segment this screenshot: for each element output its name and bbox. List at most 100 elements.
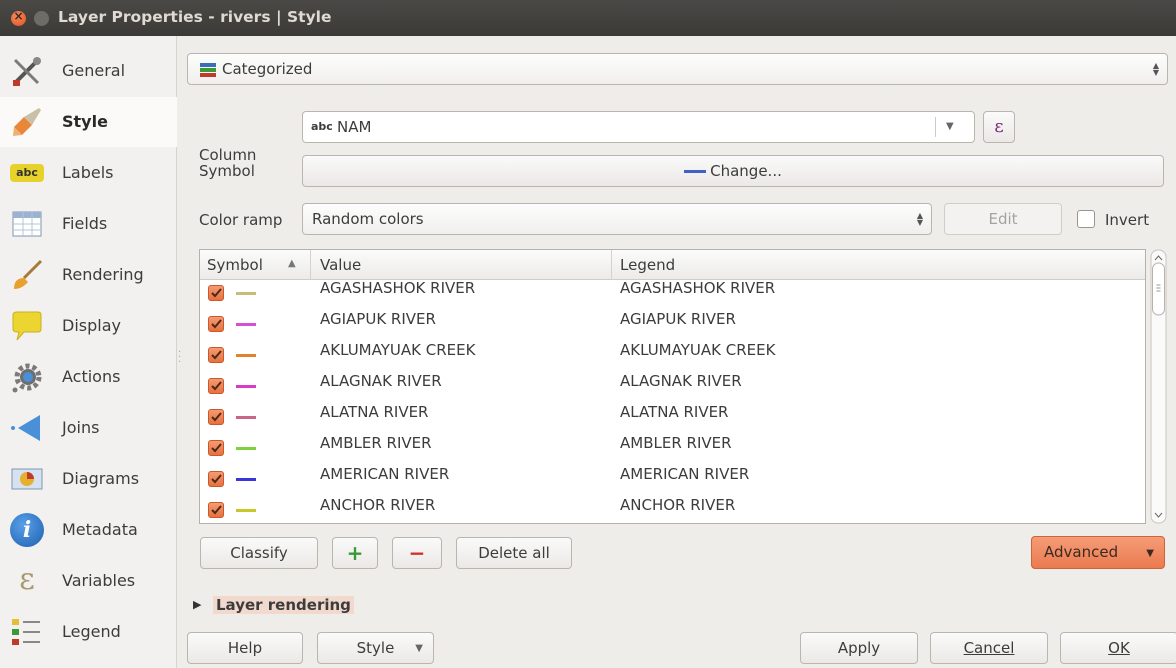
- add-category-button[interactable]: +: [332, 537, 378, 569]
- brush-icon: [14, 259, 43, 289]
- advanced-menu-button[interactable]: Advanced ▼: [1031, 536, 1165, 569]
- sidebar-item-display[interactable]: Display: [0, 301, 177, 351]
- symbol-swatch[interactable]: [236, 292, 256, 295]
- symbol-swatch[interactable]: [236, 354, 256, 357]
- splitter-handle[interactable]: · · ·: [178, 348, 182, 370]
- sidebar-item-rendering[interactable]: Rendering: [0, 250, 177, 300]
- edit-ramp-button[interactable]: Edit: [944, 203, 1062, 235]
- help-button[interactable]: Help: [187, 632, 303, 664]
- style-menu-label: Style: [356, 639, 395, 657]
- symbol-swatch[interactable]: [236, 416, 256, 419]
- category-checkbox[interactable]: [208, 316, 224, 332]
- category-legend[interactable]: AMBLER RIVER: [620, 434, 732, 452]
- triangle-right-icon: ▶: [193, 598, 202, 611]
- sidebar-item-metadata[interactable]: i Metadata: [0, 505, 177, 555]
- table-row[interactable]: AGASHASHOK RIVER AGASHASHOK RIVER: [200, 276, 1145, 307]
- symbol-swatch[interactable]: [236, 323, 256, 326]
- close-window-button[interactable]: ×: [11, 9, 26, 26]
- category-checkbox[interactable]: [208, 471, 224, 487]
- sidebar-item-fields[interactable]: Fields: [0, 199, 177, 249]
- category-checkbox[interactable]: [208, 347, 224, 363]
- sidebar-item-label: Actions: [62, 367, 121, 386]
- sidebar-item-variables[interactable]: ε Variables: [0, 556, 177, 606]
- gear-icon: [12, 363, 42, 393]
- sidebar-item-diagrams[interactable]: Diagrams: [0, 454, 177, 504]
- table-scrollbar[interactable]: [1150, 249, 1167, 524]
- symbol-swatch[interactable]: [236, 509, 256, 512]
- line-symbol-icon: [684, 170, 707, 173]
- table-row[interactable]: AGIAPUK RIVER AGIAPUK RIVER: [200, 307, 1145, 338]
- sidebar-item-labels[interactable]: abc Labels: [0, 148, 177, 198]
- invert-label: Invert: [1105, 211, 1150, 229]
- apply-button[interactable]: Apply: [800, 632, 918, 664]
- category-legend[interactable]: ALATNA RIVER: [620, 403, 728, 421]
- category-value[interactable]: AMBLER RIVER: [320, 434, 432, 452]
- categories-table: Symbol ▲ Value Legend AGASHASHOK RIVER AG…: [199, 249, 1146, 524]
- delete-all-button[interactable]: Delete all: [456, 537, 572, 569]
- sidebar-item-label: Legend: [62, 622, 121, 641]
- sidebar-item-label: General: [62, 61, 126, 80]
- table-row[interactable]: ANCHOR RIVER ANCHOR RIVER: [200, 493, 1145, 523]
- symbol-swatch[interactable]: [236, 385, 256, 388]
- category-legend[interactable]: AGIAPUK RIVER: [620, 310, 736, 328]
- category-value[interactable]: ALATNA RIVER: [320, 403, 428, 421]
- sort-ascending-icon: ▲: [288, 258, 296, 269]
- cancel-button[interactable]: Cancel: [930, 632, 1048, 664]
- symbol-label: Symbol: [199, 162, 255, 180]
- category-checkbox[interactable]: [208, 440, 224, 456]
- symbol-swatch[interactable]: [236, 447, 256, 450]
- table-row[interactable]: ALAGNAK RIVER ALAGNAK RIVER: [200, 369, 1145, 400]
- header-legend[interactable]: Legend: [620, 256, 675, 274]
- column-select[interactable]: abc NAM ▼: [302, 111, 975, 143]
- paintbrush-icon: [13, 108, 41, 136]
- symbol-swatch[interactable]: [236, 478, 256, 481]
- labels-icon: abc: [10, 164, 44, 182]
- change-symbol-button[interactable]: Change...: [302, 155, 1164, 187]
- expression-button[interactable]: ε: [983, 111, 1015, 143]
- invert-checkbox[interactable]: [1077, 210, 1095, 228]
- tools-icon: [13, 57, 41, 86]
- sidebar-item-legend[interactable]: Legend: [0, 607, 177, 657]
- sidebar-item-style[interactable]: Style: [0, 97, 177, 147]
- category-checkbox[interactable]: [208, 285, 224, 301]
- category-legend[interactable]: AMERICAN RIVER: [620, 465, 749, 483]
- category-checkbox[interactable]: [208, 502, 224, 518]
- minimize-window-button[interactable]: [34, 11, 49, 26]
- table-row[interactable]: AMBLER RIVER AMBLER RIVER: [200, 431, 1145, 462]
- category-checkbox[interactable]: [208, 409, 224, 425]
- table-row[interactable]: AMERICAN RIVER AMERICAN RIVER: [200, 462, 1145, 493]
- category-value[interactable]: AKLUMAYUAK CREEK: [320, 341, 475, 359]
- category-legend[interactable]: ANCHOR RIVER: [620, 496, 735, 514]
- color-ramp-select[interactable]: Random colors ▲ ▼: [302, 203, 932, 235]
- category-value[interactable]: ALAGNAK RIVER: [320, 372, 442, 390]
- header-symbol[interactable]: Symbol: [207, 256, 263, 274]
- diagram-icon: [11, 468, 43, 490]
- sidebar-item-label: Diagrams: [62, 469, 140, 488]
- category-value[interactable]: AMERICAN RIVER: [320, 465, 449, 483]
- chevron-down-icon: ▼: [946, 121, 954, 132]
- header-value[interactable]: Value: [320, 256, 361, 274]
- category-value[interactable]: AGASHASHOK RIVER: [320, 279, 475, 297]
- remove-category-button[interactable]: −: [392, 537, 442, 569]
- sidebar-item-label: Joins: [62, 418, 100, 437]
- sidebar-item-actions[interactable]: Actions: [0, 352, 177, 402]
- sidebar-item-label: Fields: [62, 214, 108, 233]
- table-row[interactable]: AKLUMAYUAK CREEK AKLUMAYUAK CREEK: [200, 338, 1145, 369]
- classify-button[interactable]: Classify: [200, 537, 318, 569]
- style-menu-button[interactable]: Style ▼: [317, 632, 434, 664]
- category-value[interactable]: AGIAPUK RIVER: [320, 310, 436, 328]
- table-row[interactable]: ALATNA RIVER ALATNA RIVER: [200, 400, 1145, 431]
- renderer-type-value: Categorized: [222, 60, 313, 78]
- category-checkbox[interactable]: [208, 378, 224, 394]
- ok-button[interactable]: OK: [1060, 632, 1176, 664]
- category-value[interactable]: ANCHOR RIVER: [320, 496, 435, 514]
- category-legend[interactable]: AKLUMAYUAK CREEK: [620, 341, 775, 359]
- sidebar-item-general[interactable]: General: [0, 46, 177, 96]
- sidebar-item-joins[interactable]: Joins: [0, 403, 177, 453]
- info-icon: i: [10, 513, 44, 547]
- category-legend[interactable]: ALAGNAK RIVER: [620, 372, 742, 390]
- category-legend[interactable]: AGASHASHOK RIVER: [620, 279, 775, 297]
- renderer-type-select[interactable]: Categorized ▲ ▼: [187, 53, 1168, 85]
- close-icon: ×: [13, 9, 24, 23]
- layer-rendering-label: Layer rendering: [213, 596, 354, 614]
